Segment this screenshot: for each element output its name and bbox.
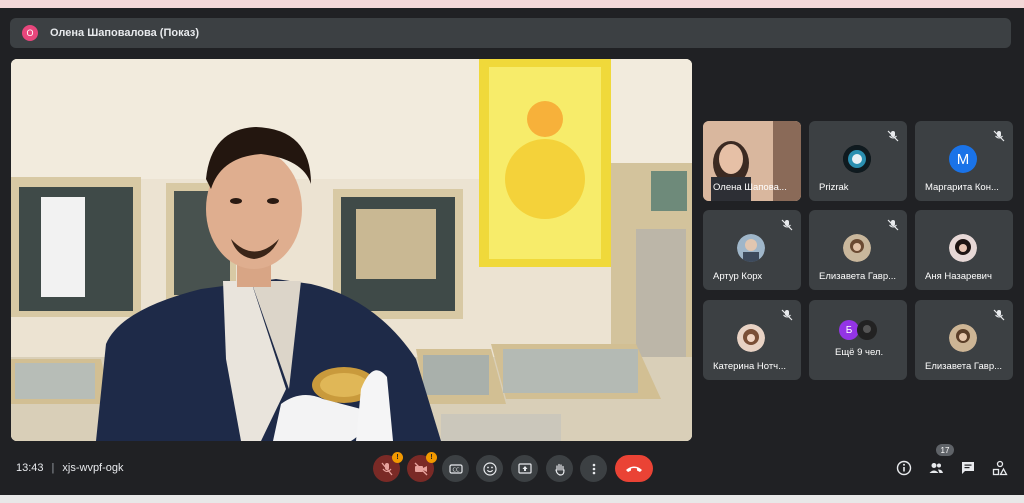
participants-count-badge: 17 [936,444,954,456]
participant-tile[interactable]: Prizrak [809,121,907,201]
participant-name: Елизавета Гавр... [819,271,897,282]
more-participants-tile[interactable]: Б Ещё 9 чел. [809,300,907,380]
participant-tile[interactable]: Артур Корх [703,210,801,290]
participant-tile[interactable]: Аня Назаревич [915,210,1013,290]
closed-captions-icon: CC [448,463,463,474]
participant-tile[interactable]: Елизавета Гавр... [915,300,1013,380]
microphone-toggle-button[interactable]: ! [373,452,403,482]
participant-avatar [857,320,877,340]
mic-off-icon [781,219,793,231]
camera-toggle-button[interactable]: ! [407,452,437,482]
participant-tile[interactable]: Елизавета Гавр... [809,210,907,290]
participant-avatar [949,234,977,262]
chat-icon[interactable] [960,460,976,476]
video-frame-illustration [11,59,692,441]
present-screen-button[interactable] [511,455,538,482]
participant-avatar [843,234,871,262]
participant-name: Олена Шапова... [713,182,787,193]
participants-icon[interactable] [928,460,944,476]
participant-name: Артур Корх [713,271,763,282]
present-screen-icon [517,462,532,474]
svg-text:CC: CC [452,467,459,473]
participant-name: Елизавета Гавр... [925,361,1003,372]
camera-off-icon [414,462,427,475]
participant-avatar [737,324,765,352]
more-participants-label: Ещё 9 чел. [835,347,884,358]
participant-tile[interactable]: М Маргарита Кон... [915,121,1013,201]
hang-up-icon [626,466,642,472]
camera-warning-badge: ! [426,452,437,463]
more-vertical-icon [592,463,595,474]
raise-hand-icon [554,463,565,476]
mic-off-icon [887,219,899,231]
more-options-button[interactable] [580,455,607,482]
raise-hand-button[interactable] [546,455,573,482]
bottom-control-bar: 13:43 | xjs-wvpf-ogk ! ! CC 17 [0,444,1024,493]
meeting-separator: | [51,462,55,474]
mic-off-icon [993,309,1005,321]
participant-name: Аня Назаревич [925,271,992,282]
mic-off-icon [781,309,793,321]
participant-name: Катерина Нотч... [713,361,787,372]
captions-button[interactable]: CC [442,455,469,482]
meeting-info: 13:43 | xjs-wvpf-ogk [16,462,124,474]
more-participants-avatars: Б [839,320,877,340]
emoji-icon [482,461,497,476]
mic-off-icon [887,130,899,142]
participant-name: Маргарита Кон... [925,182,999,193]
mic-off-icon [993,130,1005,142]
reactions-button[interactable] [476,455,503,482]
participant-avatar: Б [839,320,859,340]
participant-name: Prizrak [819,182,849,193]
bottom-edge-strip [0,495,1024,503]
participant-avatar: М [949,145,977,173]
main-presentation-video[interactable] [11,59,692,441]
top-edge-strip [0,0,1024,8]
presenter-name: Олена Шаповалова (Показ) [50,27,199,39]
meeting-code[interactable]: xjs-wvpf-ogk [62,462,123,474]
participant-tile[interactable]: Олена Шапова... [703,121,801,201]
leave-call-button[interactable] [615,455,653,482]
mic-warning-badge: ! [392,452,403,463]
meeting-details-icon[interactable] [896,460,912,476]
participant-avatar [737,234,765,262]
presenter-bar: О Олена Шаповалова (Показ) [10,18,1011,48]
presenter-avatar: О [22,25,38,41]
mic-off-icon [381,462,392,475]
participant-avatar [949,324,977,352]
activities-icon[interactable] [992,460,1008,476]
meeting-time: 13:43 [16,462,44,474]
participant-avatar [843,145,871,173]
participant-tile[interactable]: Катерина Нотч... [703,300,801,380]
